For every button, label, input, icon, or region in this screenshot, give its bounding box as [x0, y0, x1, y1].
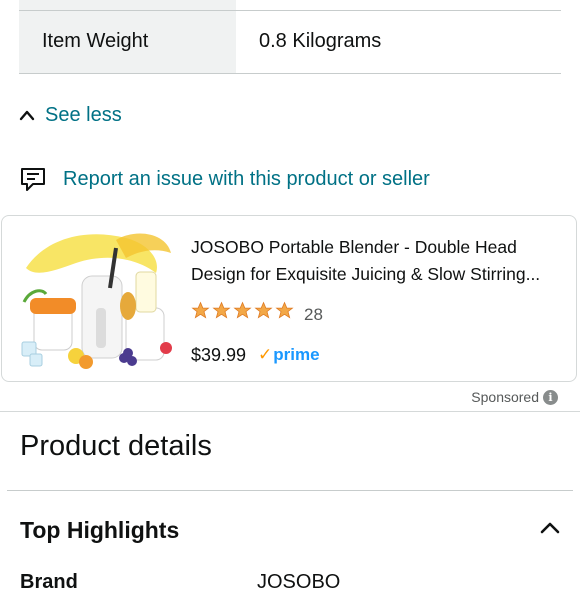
info-icon[interactable]: i: [543, 389, 558, 405]
product-title-line2: Design for Exquisite Juicing & Slow Stir…: [191, 264, 541, 284]
detail-row-value: JOSOBO: [257, 571, 341, 593]
section-divider: [0, 411, 580, 412]
blender-product-image: [21, 233, 172, 369]
prime-label: prime: [273, 345, 320, 364]
star-icon: [275, 301, 294, 319]
see-less-link[interactable]: See less: [19, 102, 122, 128]
prime-check-icon: ✓: [258, 345, 273, 364]
product-details-heading: Product details: [20, 430, 212, 462]
star-icon: [233, 301, 252, 319]
spec-table-row: Item Weight 0.8 Kilograms: [19, 11, 561, 74]
star-rating[interactable]: [191, 301, 294, 320]
product-title-link[interactable]: JOSOBO Portable Blender - Double Head De…: [191, 234, 563, 288]
spec-label-cell: [19, 0, 236, 10]
sponsored-label[interactable]: Sponsored i: [471, 389, 558, 405]
product-price: $39.99: [191, 345, 247, 365]
see-less-label: See less: [45, 103, 122, 126]
star-icon: [191, 301, 210, 319]
sponsored-text: Sponsored: [471, 389, 539, 405]
report-issue-label: Report an issue with this product or sel…: [63, 167, 430, 190]
chevron-up-icon: [19, 110, 35, 121]
product-title-line1: JOSOBO Portable Blender - Double Head: [191, 237, 517, 257]
collapse-section-button[interactable]: [537, 517, 563, 539]
spec-value: 0.8 Kilograms: [259, 30, 382, 52]
report-issue-link[interactable]: Report an issue with this product or sel…: [19, 164, 430, 194]
star-icon: [254, 301, 273, 319]
rating-count[interactable]: 28: [304, 305, 323, 325]
report-flag-icon: [21, 168, 45, 191]
section-divider: [7, 490, 573, 491]
spec-table-row-prev: [19, 0, 561, 11]
detail-row-label: Brand: [20, 571, 78, 593]
top-highlights-heading[interactable]: Top Highlights: [20, 517, 179, 544]
chevron-up-icon: [540, 522, 560, 534]
prime-badge: ✓ prime: [258, 345, 320, 365]
product-thumbnail[interactable]: [16, 228, 178, 370]
star-icon: [212, 301, 231, 319]
spec-label: Item Weight: [42, 30, 149, 52]
